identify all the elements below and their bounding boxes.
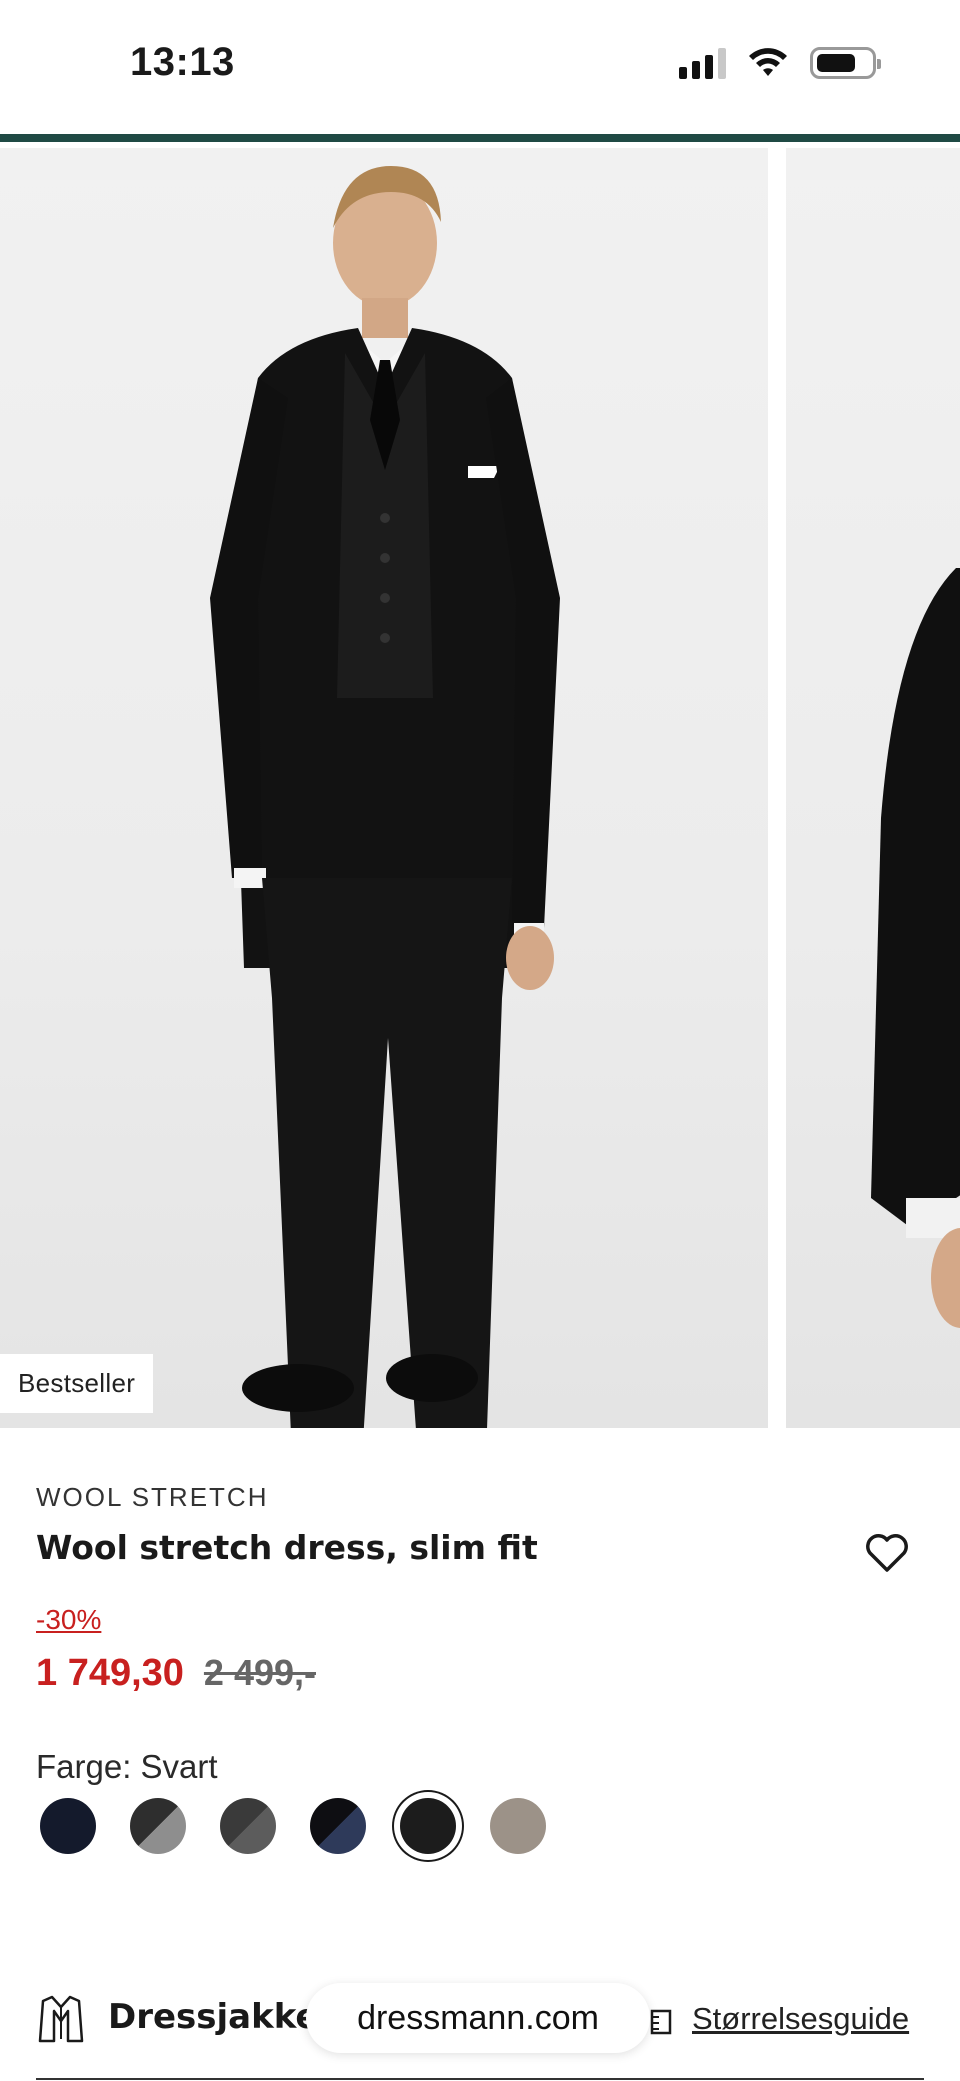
status-icons: [679, 46, 881, 80]
swatch-navy[interactable]: [40, 1798, 96, 1854]
model-in-black-suit-image: [210, 166, 560, 1428]
bottom-divider: [36, 2078, 924, 2080]
ruler-icon: [650, 2009, 672, 2035]
size-guide-link[interactable]: Størrelsesguide: [692, 2001, 909, 2037]
color-swatches: [40, 1798, 546, 1854]
original-price: 2 499,-: [203, 1652, 316, 1693]
sale-price: 1 749,30: [36, 1652, 184, 1694]
product-image-next[interactable]: [786, 148, 960, 1428]
jacket-icon: [38, 1995, 84, 2043]
swatch-black-blue[interactable]: [310, 1798, 366, 1854]
product-image-main[interactable]: Bestseller: [0, 148, 768, 1428]
price-row: 1 749,30 2 499,-: [36, 1652, 316, 1695]
swatch-black[interactable]: [400, 1798, 456, 1854]
swatch-dark-grey[interactable]: [130, 1798, 186, 1854]
wifi-icon: [749, 48, 787, 76]
bestseller-badge: Bestseller: [0, 1354, 154, 1413]
product-image-gallery[interactable]: Bestseller: [0, 148, 960, 1428]
url-bar[interactable]: dressmann.com: [306, 1983, 650, 2053]
heart-icon[interactable]: [862, 1528, 912, 1578]
model-closeup-image: [871, 568, 960, 1328]
bottom-bar: Dressjakke dressmann.com Størrelsesguide: [0, 1975, 960, 2065]
cellular-signal-icon: [679, 47, 726, 79]
discount-badge: -30%: [36, 1604, 102, 1635]
product-title: Wool stretch dress, slim fit: [36, 1528, 538, 1567]
status-bar: 13:13: [0, 0, 960, 132]
header-divider: [0, 134, 960, 142]
swatch-charcoal[interactable]: [220, 1798, 276, 1854]
battery-icon: [810, 47, 881, 79]
product-brand: WOOL STRETCH: [36, 1482, 269, 1512]
color-label: Farge: Svart: [36, 1748, 218, 1785]
status-time: 13:13: [130, 40, 235, 84]
swatch-taupe[interactable]: [490, 1798, 546, 1854]
category-label: Dressjakke: [108, 1997, 319, 2037]
